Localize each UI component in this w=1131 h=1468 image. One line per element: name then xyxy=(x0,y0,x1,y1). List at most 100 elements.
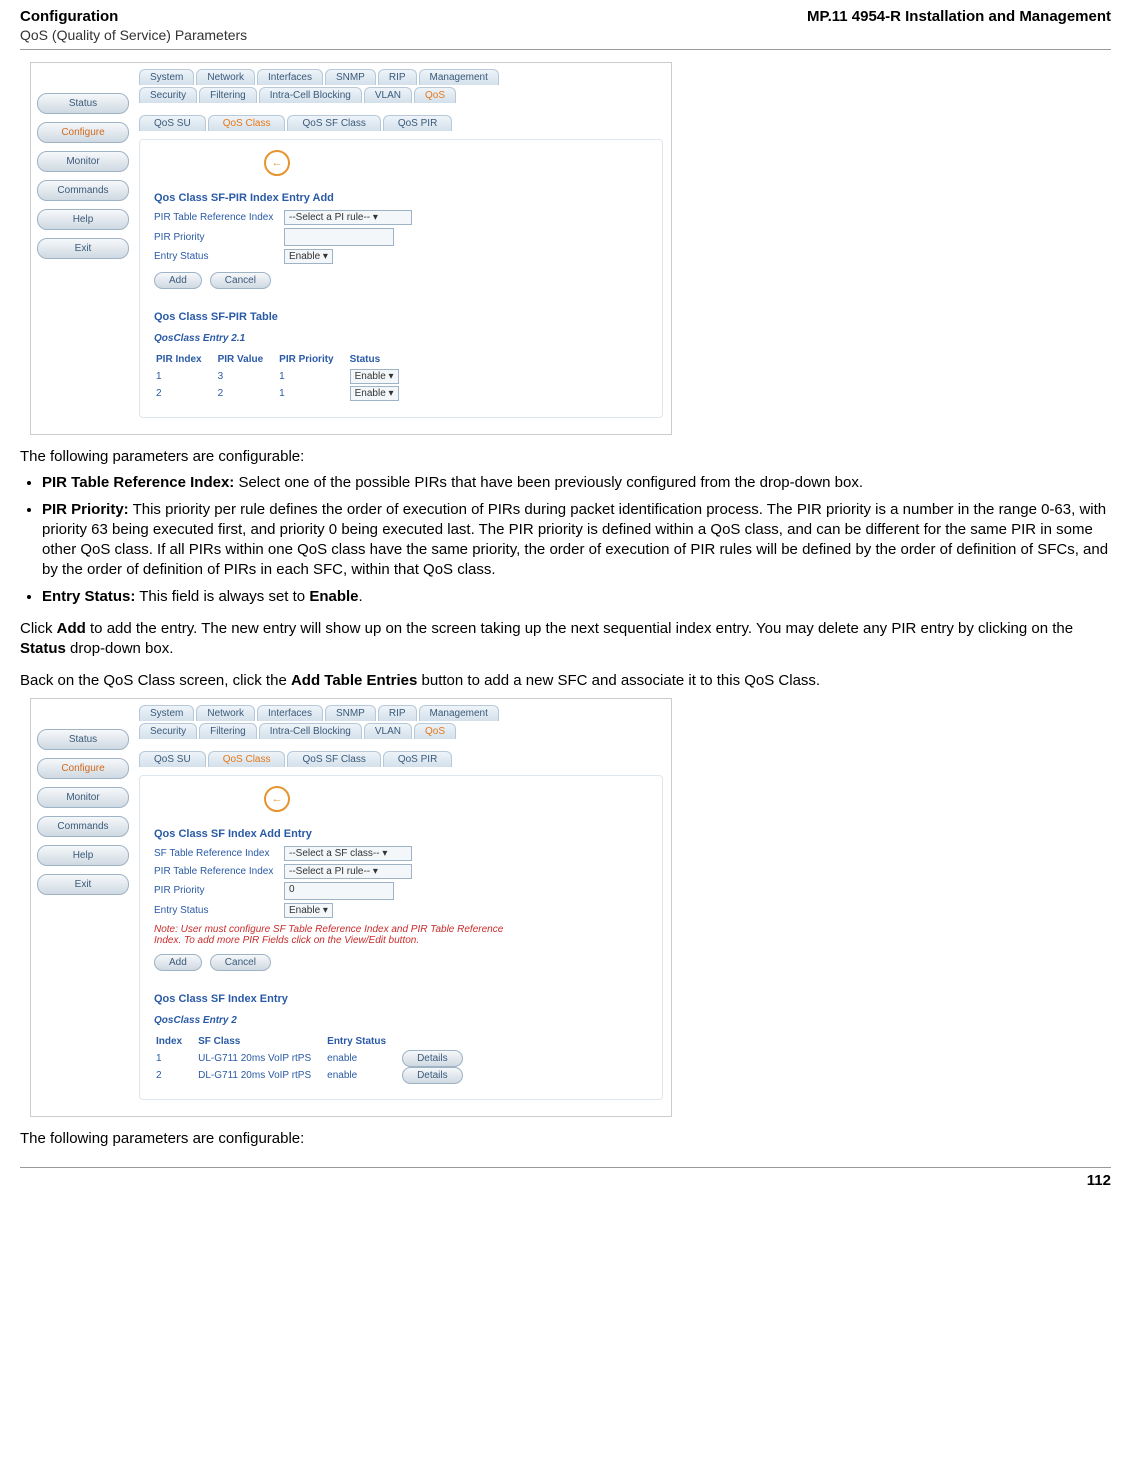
tab-security[interactable]: Security xyxy=(139,723,197,739)
sfindex-table: Index SF Class Entry Status 1 UL-G711 20… xyxy=(154,1032,479,1085)
status-select[interactable]: Enable ▾ xyxy=(350,386,399,401)
list-item: PIR Table Reference Index: Select one of… xyxy=(42,473,1111,493)
sidebar-item-exit[interactable]: Exit xyxy=(37,874,129,895)
chevron-down-icon: ▾ xyxy=(323,251,328,262)
select-entry-status2[interactable]: Enable ▾ xyxy=(284,903,333,918)
back-arrow-icon[interactable]: ← xyxy=(264,150,290,176)
tab-qos-class[interactable]: QoS Class xyxy=(208,115,286,131)
qosclass-entry-label: QosClass Entry 2.1 xyxy=(154,333,648,344)
th-pir-value: PIR Value xyxy=(218,352,278,367)
tab-qos-class[interactable]: QoS Class xyxy=(208,751,286,767)
label-pir-ref2: PIR Table Reference Index xyxy=(154,866,284,877)
sidebar-item-exit[interactable]: Exit xyxy=(37,238,129,259)
th-pir-index: PIR Index xyxy=(156,352,216,367)
paragraph: Back on the QoS Class screen, click the … xyxy=(20,671,1111,691)
status-select[interactable]: Enable ▾ xyxy=(350,369,399,384)
sfpir-table: PIR Index PIR Value PIR Priority Status … xyxy=(154,350,415,403)
chevron-down-icon: ▾ xyxy=(373,866,378,877)
qosclass-entry-label2: QosClass Entry 2 xyxy=(154,1015,648,1026)
tab-qos-pir[interactable]: QoS PIR xyxy=(383,751,452,767)
paragraph: Click Add to add the entry. The new entr… xyxy=(20,619,1111,660)
table-row: 2 DL-G711 20ms VoIP rtPS enable Details xyxy=(156,1068,477,1083)
tab-qos-su[interactable]: QoS SU xyxy=(139,751,206,767)
header-subtitle: QoS (Quality of Service) Parameters xyxy=(20,27,247,43)
sfindex-add-title: Qos Class SF Index Add Entry xyxy=(154,828,648,840)
select-sf-ref[interactable]: --Select a SF class-- ▾ xyxy=(284,846,412,861)
tab-qos[interactable]: QoS xyxy=(414,87,456,103)
tab-intracell[interactable]: Intra-Cell Blocking xyxy=(259,87,362,103)
table-row: 1 UL-G711 20ms VoIP rtPS enable Details xyxy=(156,1051,477,1066)
sfpir-add-title: Qos Class SF-PIR Index Entry Add xyxy=(154,192,648,204)
tab-intracell[interactable]: Intra-Cell Blocking xyxy=(259,723,362,739)
tab-qos-sf-class[interactable]: QoS SF Class xyxy=(287,115,380,131)
chevron-down-icon: ▾ xyxy=(373,212,378,223)
tab-security[interactable]: Security xyxy=(139,87,197,103)
tab-snmp[interactable]: SNMP xyxy=(325,69,376,85)
details-button[interactable]: Details xyxy=(402,1067,463,1084)
table-row: 1 3 1 Enable ▾ xyxy=(156,369,413,384)
select-pir-ref2[interactable]: --Select a PI rule-- ▾ xyxy=(284,864,412,879)
th-blank xyxy=(402,1034,477,1049)
chevron-down-icon: ▾ xyxy=(382,848,387,859)
tab-qos-su[interactable]: QoS SU xyxy=(139,115,206,131)
tab-interfaces[interactable]: Interfaces xyxy=(257,705,323,721)
select-entry-status[interactable]: Enable ▾ xyxy=(284,249,333,264)
tab-snmp[interactable]: SNMP xyxy=(325,705,376,721)
tab-qos-sf-class[interactable]: QoS SF Class xyxy=(287,751,380,767)
cancel-button[interactable]: Cancel xyxy=(210,272,271,289)
sidebar-item-configure[interactable]: Configure xyxy=(37,758,129,779)
tab-system[interactable]: System xyxy=(139,69,194,85)
sidebar-item-commands[interactable]: Commands xyxy=(37,180,129,201)
label-entry-status: Entry Status xyxy=(154,251,284,262)
header-divider xyxy=(20,49,1111,50)
sidebar-item-monitor[interactable]: Monitor xyxy=(37,151,129,172)
tab-network[interactable]: Network xyxy=(196,705,255,721)
th-pir-priority: PIR Priority xyxy=(279,352,347,367)
page-number: 112 xyxy=(20,1167,1111,1203)
sidebar-item-status[interactable]: Status xyxy=(37,729,129,750)
cancel-button[interactable]: Cancel xyxy=(210,954,271,971)
sidebar-item-commands[interactable]: Commands xyxy=(37,816,129,837)
screenshot-qos-sfpir: Status Configure Monitor Commands Help E… xyxy=(30,62,672,435)
tab-filtering[interactable]: Filtering xyxy=(199,87,257,103)
table-row: 2 2 1 Enable ▾ xyxy=(156,386,413,401)
tab-rip[interactable]: RIP xyxy=(378,705,417,721)
th-index: Index xyxy=(156,1034,196,1049)
tab-filtering[interactable]: Filtering xyxy=(199,723,257,739)
tab-vlan[interactable]: VLAN xyxy=(364,723,412,739)
tab-management[interactable]: Management xyxy=(419,705,499,721)
label-pir-priority2: PIR Priority xyxy=(154,885,284,896)
sidebar-item-monitor[interactable]: Monitor xyxy=(37,787,129,808)
label-pir-priority: PIR Priority xyxy=(154,232,284,243)
label-sf-ref: SF Table Reference Index xyxy=(154,848,284,859)
paragraph: The following parameters are configurabl… xyxy=(20,1129,1111,1149)
tab-vlan[interactable]: VLAN xyxy=(364,87,412,103)
sidebar-item-status[interactable]: Status xyxy=(37,93,129,114)
input-pir-priority[interactable] xyxy=(284,228,394,246)
tab-interfaces[interactable]: Interfaces xyxy=(257,69,323,85)
tab-qos[interactable]: QoS xyxy=(414,723,456,739)
sfpir-table-title: Qos Class SF-PIR Table xyxy=(154,311,648,323)
tab-management[interactable]: Management xyxy=(419,69,499,85)
note-text: Note: User must configure SF Table Refer… xyxy=(154,924,514,946)
header-doc-title: MP.11 4954-R Installation and Management xyxy=(807,8,1111,25)
tab-rip[interactable]: RIP xyxy=(378,69,417,85)
sidebar-item-help[interactable]: Help xyxy=(37,209,129,230)
tab-system[interactable]: System xyxy=(139,705,194,721)
chevron-down-icon: ▾ xyxy=(323,905,328,916)
list-item: Entry Status: This field is always set t… xyxy=(42,587,1111,607)
input-pir-priority2[interactable]: 0 xyxy=(284,882,394,900)
label-pir-ref: PIR Table Reference Index xyxy=(154,212,284,223)
details-button[interactable]: Details xyxy=(402,1050,463,1067)
tab-network[interactable]: Network xyxy=(196,69,255,85)
sidebar-item-configure[interactable]: Configure xyxy=(37,122,129,143)
tab-qos-pir[interactable]: QoS PIR xyxy=(383,115,452,131)
list-item: PIR Priority: This priority per rule def… xyxy=(42,500,1111,581)
sidebar-item-help[interactable]: Help xyxy=(37,845,129,866)
back-arrow-icon[interactable]: ← xyxy=(264,786,290,812)
th-status: Status xyxy=(350,352,413,367)
add-button[interactable]: Add xyxy=(154,954,202,971)
add-button[interactable]: Add xyxy=(154,272,202,289)
label-entry-status2: Entry Status xyxy=(154,905,284,916)
select-pir-ref[interactable]: --Select a PI rule-- ▾ xyxy=(284,210,412,225)
